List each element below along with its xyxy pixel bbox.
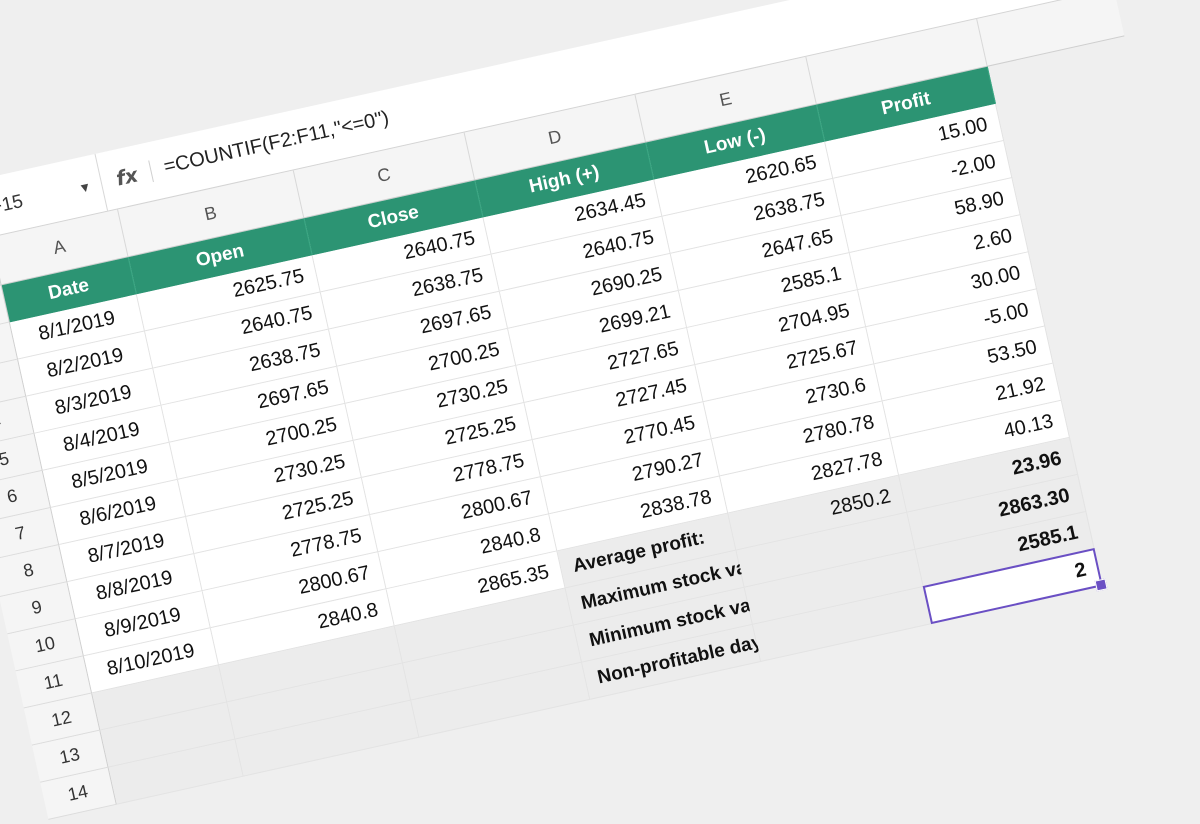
- fill-handle[interactable]: [1094, 578, 1108, 592]
- fx-icon[interactable]: fx: [114, 163, 140, 191]
- chevron-down-icon[interactable]: ▼: [77, 179, 93, 196]
- formula-bar-divider: [148, 160, 154, 183]
- spreadsheet: F15 ▼ fx =COUNTIF(F2:F11,"<=0") ABCDE 1D…: [0, 0, 1200, 820]
- name-box-value: F15: [0, 190, 26, 219]
